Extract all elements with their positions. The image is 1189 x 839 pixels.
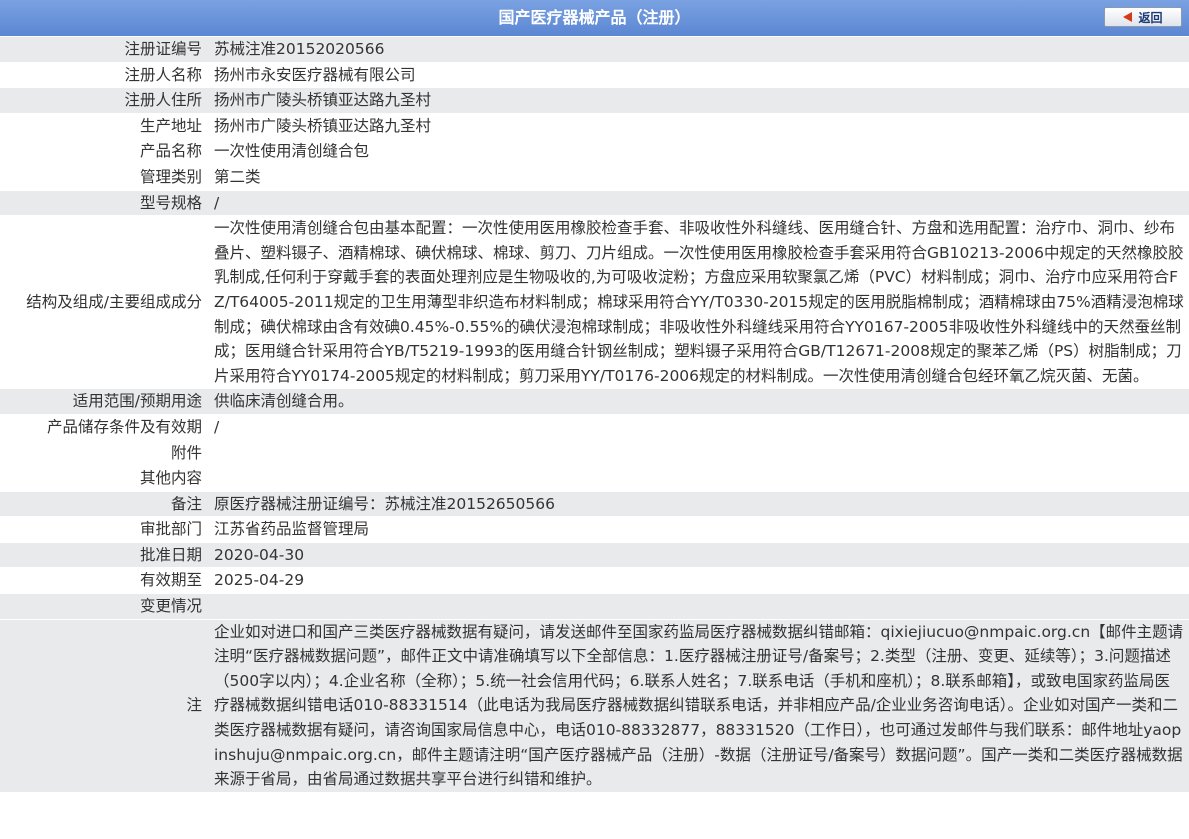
note-row: 注 企业如对进口和国产三类医疗器械数据有疑问，请发送邮件至国家药监局医疗器械数据…: [0, 619, 1189, 793]
field-label: 审批部门: [0, 516, 208, 543]
field-label: 结构及组成/主要组成成分: [0, 215, 208, 390]
page-header: 国产医疗器械产品（注册） 返回: [0, 0, 1189, 37]
table-row: 产品名称 一次性使用清创缝合包: [0, 138, 1189, 165]
back-button-label: 返回: [1138, 10, 1163, 25]
back-button[interactable]: 返回: [1104, 7, 1182, 27]
field-label: 其他内容: [0, 465, 208, 492]
field-value: 扬州市广陵头桥镇亚达路九圣村: [208, 87, 1189, 114]
field-label: 型号规格: [0, 190, 208, 217]
field-label: 注册人住所: [0, 87, 208, 114]
field-label: 变更情况: [0, 593, 208, 620]
field-label: 批准日期: [0, 542, 208, 569]
field-label: 注册证编号: [0, 37, 208, 63]
back-arrow-icon: [1123, 12, 1133, 22]
field-value: 扬州市广陵头桥镇亚达路九圣村: [208, 113, 1189, 140]
table-row: 结构及组成/主要组成成分 一次性使用清创缝合包由基本配置：一次性使用医用橡胶检查…: [0, 215, 1189, 390]
note-text: 企业如对进口和国产三类医疗器械数据有疑问，请发送邮件至国家药监局医疗器械数据纠错…: [208, 619, 1189, 793]
field-label: 适用范围/预期用途: [0, 388, 208, 415]
detail-table: 注册证编号 苏械注准20152020566 注册人名称 扬州市永安医疗器械有限公…: [0, 37, 1189, 793]
field-label: 生产地址: [0, 113, 208, 140]
table-row: 注册人名称 扬州市永安医疗器械有限公司: [0, 62, 1189, 89]
table-row: 其他内容: [0, 465, 1189, 492]
table-row: 型号规格 /: [0, 190, 1189, 217]
table-row: 审批部门 江苏省药品监督管理局: [0, 516, 1189, 543]
field-value: 原医疗器械注册证编号：苏械注准20152650566: [208, 491, 1189, 518]
field-value: [208, 440, 1189, 467]
page-title: 国产医疗器械产品（注册）: [498, 8, 691, 27]
table-row: 批准日期 2020-04-30: [0, 542, 1189, 569]
field-value: [208, 593, 1189, 620]
note-label: 注: [0, 619, 208, 793]
field-value: 2020-04-30: [208, 542, 1189, 569]
table-row: 备注 原医疗器械注册证编号：苏械注准20152650566: [0, 491, 1189, 518]
field-label: 附件: [0, 440, 208, 467]
field-value: 苏械注准20152020566: [208, 37, 1189, 63]
field-value: /: [208, 414, 1189, 441]
field-label: 产品储存条件及有效期: [0, 414, 208, 441]
field-value: /: [208, 190, 1189, 217]
table-row: 有效期至 2025-04-29: [0, 567, 1189, 595]
field-value: 扬州市永安医疗器械有限公司: [208, 62, 1189, 89]
table-row: 产品储存条件及有效期 /: [0, 414, 1189, 441]
field-value: 江苏省药品监督管理局: [208, 516, 1189, 543]
table-row: 注册证编号 苏械注准20152020566: [0, 37, 1189, 63]
table-row: 管理类别 第二类: [0, 164, 1189, 191]
field-value: 一次性使用清创缝合包由基本配置：一次性使用医用橡胶检查手套、非吸收性外科缝线、医…: [208, 215, 1189, 390]
field-value: 2025-04-29: [208, 567, 1189, 595]
field-value: 第二类: [208, 164, 1189, 191]
table-row: 附件: [0, 440, 1189, 467]
field-label: 产品名称: [0, 138, 208, 165]
table-row: 注册人住所 扬州市广陵头桥镇亚达路九圣村: [0, 87, 1189, 114]
table-row: 适用范围/预期用途 供临床清创缝合用。: [0, 388, 1189, 415]
field-value: 一次性使用清创缝合包: [208, 138, 1189, 165]
table-row: 生产地址 扬州市广陵头桥镇亚达路九圣村: [0, 113, 1189, 140]
field-label: 注册人名称: [0, 62, 208, 89]
page: 国产医疗器械产品（注册） 返回 注册证编号 苏械注准20152020566 注册…: [0, 0, 1189, 839]
field-label: 有效期至: [0, 567, 208, 595]
field-value: [208, 465, 1189, 492]
table-row: 变更情况: [0, 593, 1189, 620]
field-value: 供临床清创缝合用。: [208, 388, 1189, 415]
field-label: 备注: [0, 491, 208, 518]
field-label: 管理类别: [0, 164, 208, 191]
